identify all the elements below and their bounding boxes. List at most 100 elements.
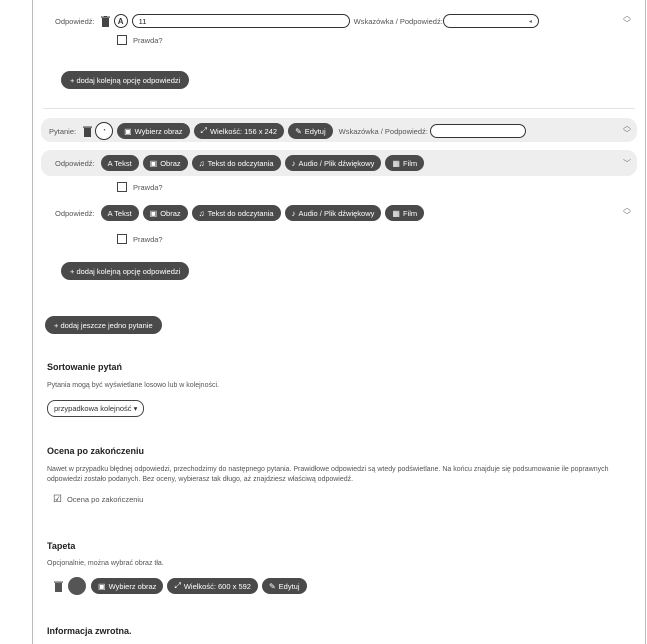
divider [43, 108, 635, 109]
trash-icon[interactable] [53, 580, 63, 592]
film-label: Film [402, 208, 418, 218]
add-question-row: + dodaj jeszcze jedno pytanie [45, 316, 645, 334]
choose-image-button[interactable]: ▣ Wybierz obraz [91, 578, 164, 594]
film-icon: ▦ [392, 208, 400, 218]
sort-order-select[interactable]: przypadkowa kolejność ▾ [47, 400, 145, 417]
answer-label: Odpowiedź: [55, 158, 95, 168]
answer-row-top: Odpowiedź: A 11 Wskazówka / Podpowiedź: … [55, 14, 645, 28]
answer-row-1: Odpowiedź: A Tekst ▣ Obraz ♫ Tekst do odcz… [55, 155, 645, 171]
question-label: Pytanie: [49, 126, 77, 136]
true-label: Prawda? [133, 234, 163, 244]
true-checkbox[interactable] [117, 182, 127, 192]
question-hint-input[interactable] [429, 124, 526, 138]
feedback-section: Informacja zwrotna. [47, 626, 132, 636]
image-label: Obraz [160, 158, 181, 168]
film-button[interactable]: ▦ Film [385, 155, 425, 171]
audio-button[interactable]: ♪ Audio / Plik dźwiękowy [284, 155, 382, 171]
audio-label: Audio / Plik dźwiękowy [298, 208, 375, 218]
add-option-button[interactable]: + dodaj kolejną opcję odpowiedzi [61, 262, 190, 280]
trash-icon[interactable] [101, 15, 111, 27]
headphones-icon: ♫ [198, 158, 205, 168]
tts-button[interactable]: ♫ Tekst do odczytania [191, 155, 281, 171]
sort-heading: Sortowanie pytań [47, 362, 123, 372]
edit-icon: ✎ [268, 581, 276, 591]
music-icon: ♪ [291, 208, 296, 218]
text-button[interactable]: A Tekst [100, 155, 139, 171]
true-label: Prawda? [133, 35, 163, 45]
add-option-row: + dodaj kolejną opcję odpowiedzi [61, 71, 645, 89]
image-icon: ▣ [149, 208, 158, 218]
grade-desc: Nawet w przypadku błędnej odpowiedzi, pr… [47, 466, 609, 483]
speaker-icon: ◂ [528, 18, 532, 25]
answer-text-input[interactable]: 11 [131, 14, 350, 28]
resize-icon: ⤢ [200, 126, 207, 135]
add-question-button[interactable]: + dodaj jeszcze jedno pytanie [45, 316, 162, 334]
tts-button[interactable]: ♫ Tekst do odczytania [191, 205, 281, 221]
answer-label: Odpowiedź: [55, 16, 95, 26]
reorder-arrows[interactable]: ︿ ﹀ [623, 204, 631, 220]
size-label: Wielkość: 600 x 592 [183, 581, 251, 591]
true-checkbox[interactable] [117, 234, 127, 244]
image-button[interactable]: ▣ Obraz [142, 205, 188, 221]
reorder-arrows[interactable]: ︿ ﹀ [623, 122, 631, 138]
edit-icon: ✎ [295, 126, 302, 136]
size-button[interactable]: ⤢ Wielkość: 600 x 592 [167, 578, 258, 594]
reorder-arrows[interactable]: ︿ ﹀ [623, 12, 631, 28]
size-label: Wielkość: 156 x 242 [209, 126, 278, 136]
size-button[interactable]: ⤢ Wielkość: 156 x 242 [193, 123, 285, 139]
editor-panel: Odpowiedź: A 11 Wskazówka / Podpowiedź: … [32, 0, 646, 644]
film-button[interactable]: ▦ Film [385, 205, 425, 221]
image-icon: ▣ [149, 158, 158, 168]
edit-label: Edytuj [278, 581, 300, 591]
true-checkbox-row: Prawda? [117, 35, 645, 45]
answer-row-2: Odpowiedź: A Tekst ▣ Obraz ♫ Tekst do odcz… [55, 205, 645, 221]
edit-button[interactable]: ✎ Edytuj [288, 123, 333, 139]
wallpaper-section: Tapeta Opcjonalnie, można wybrać obraz t… [47, 541, 311, 595]
tts-label: Tekst do odczytania [207, 208, 274, 218]
grade-heading: Ocena po zakończeniu [47, 446, 145, 456]
true-label: Prawda? [133, 182, 163, 192]
text-button[interactable]: A Tekst [100, 205, 139, 221]
grade-section: Ocena po zakończeniu Nawet w przypadku b… [47, 446, 631, 505]
wallpaper-desc: Opcjonalnie, można wybrać obraz tła. [47, 560, 164, 567]
sort-desc: Pytania mogą być wyświetlane losowo lub … [47, 382, 219, 389]
edit-button[interactable]: ✎ Edytuj [261, 578, 307, 594]
music-icon: ♪ [291, 158, 296, 168]
tts-label: Tekst do odczytania [207, 158, 274, 168]
image-icon: ◔ [102, 128, 106, 134]
add-option-button[interactable]: + dodaj kolejną opcję odpowiedzi [61, 71, 190, 89]
true-checkbox-row: Prawda? [117, 234, 645, 244]
resize-icon: ⤢ [174, 581, 181, 590]
answer-type-text-icon[interactable]: A [113, 14, 128, 28]
image-button[interactable]: ▣ Obraz [142, 155, 188, 171]
image-icon: ▣ [98, 581, 106, 591]
answer-label: Odpowiedź: [55, 208, 95, 218]
choose-image-button[interactable]: ▣ Wybierz obraz [117, 123, 190, 139]
choose-image-label: Wybierz obraz [134, 126, 183, 136]
hint-label: Wskazówka / Podpowiedź: [338, 126, 428, 136]
headphones-icon: ♫ [198, 208, 205, 218]
image-icon: ▣ [124, 126, 132, 136]
choose-image-label: Wybierz obraz [108, 581, 157, 591]
audio-button[interactable]: ♪ Audio / Plik dźwiękowy [284, 205, 382, 221]
edit-label: Edytuj [304, 126, 326, 136]
image-label: Obraz [160, 208, 181, 218]
true-checkbox[interactable] [117, 35, 127, 45]
question-image-thumbnail[interactable]: ◔ [95, 122, 114, 140]
film-icon: ▦ [392, 158, 400, 168]
question-row: Pytanie: ◔ ▣ Wybierz obraz ⤢ Wielkość: 156… [49, 122, 645, 140]
audio-label: Audio / Plik dźwiękowy [298, 158, 375, 168]
wallpaper-heading: Tapeta [47, 541, 76, 551]
checked-checkbox-icon[interactable]: ☑ [53, 494, 62, 505]
trash-icon[interactable] [82, 125, 92, 137]
film-label: Film [402, 158, 418, 168]
true-checkbox-row: Prawda? [117, 182, 645, 192]
grade-checkbox-label: Ocena po zakończeniu [66, 495, 144, 504]
hint-input[interactable]: ◂ [442, 14, 539, 28]
hint-label: Wskazówka / Podpowiedź: [353, 16, 443, 26]
sort-section: Sortowanie pytań Pytania mogą być wyświe… [47, 362, 219, 417]
wallpaper-thumbnail[interactable] [68, 577, 86, 595]
feedback-heading: Informacja zwrotna. [47, 626, 132, 636]
add-option-row: + dodaj kolejną opcję odpowiedzi [61, 262, 645, 280]
chevron-down-icon[interactable]: ﹀ [623, 160, 631, 168]
